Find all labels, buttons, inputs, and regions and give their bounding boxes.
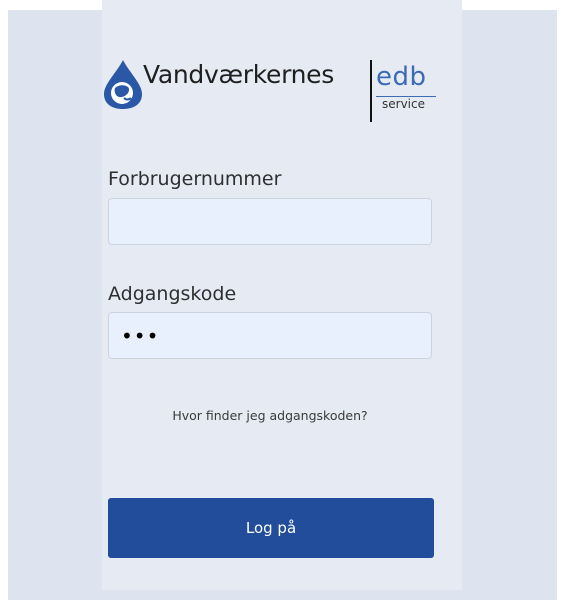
username-label: Forbrugernummer	[108, 168, 282, 190]
water-drop-logo-icon	[104, 60, 142, 109]
brand-edb: edb	[376, 62, 427, 92]
password-help-link[interactable]: Hvor finder jeg adgangskoden?	[108, 408, 432, 423]
password-input[interactable]	[108, 312, 432, 359]
brand-divider	[370, 60, 372, 122]
brand-wordmark: Vandværkernes	[143, 60, 334, 89]
username-input[interactable]	[108, 198, 432, 245]
brand-service: service	[382, 97, 425, 111]
login-button[interactable]: Log på	[108, 498, 434, 558]
password-label: Adgangskode	[108, 283, 237, 305]
brand-logo: Vandværkernes edb service	[100, 46, 460, 136]
